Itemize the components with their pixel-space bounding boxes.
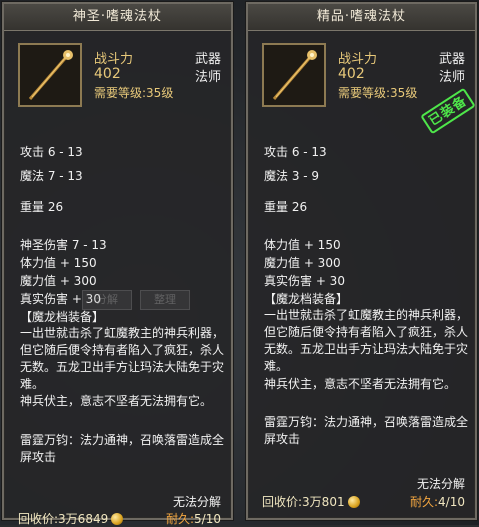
- item-skill: 雷霆万钧：法力通神，召唤落雷造成全屏攻击: [20, 433, 225, 464]
- item-class: 法师: [438, 70, 465, 85]
- power-value: 402: [94, 66, 121, 82]
- stat-mp: 魔力值 + 300: [264, 256, 341, 270]
- stat-magic: 魔法 7 - 13: [20, 169, 83, 183]
- stat-holy-damage: 神圣伤害 7 - 13: [20, 238, 107, 252]
- required-level: 需要等级:35级: [338, 86, 418, 100]
- item-lore-2: 神兵伏主，意志不坚者无法拥有它。: [264, 377, 457, 391]
- stat-attack: 攻击 6 - 13: [20, 145, 83, 159]
- recycle-price: 回收价:3万6849: [18, 510, 124, 527]
- no-disassemble-note: 无法分解: [172, 495, 221, 509]
- set-name: 【魔龙档装备】: [264, 292, 349, 306]
- item-icon-slot: [262, 43, 326, 107]
- power-value: 402: [338, 66, 365, 82]
- power-label: 战斗力: [338, 52, 378, 67]
- recycle-label: 回收价:: [262, 495, 303, 509]
- durability-value: 4/10: [438, 495, 465, 509]
- durability-label: 耐久:: [410, 495, 439, 509]
- sort-button[interactable]: 整理: [140, 290, 190, 310]
- magic-staff-icon: [20, 45, 80, 105]
- recycle-label: 回收价:: [18, 512, 59, 526]
- required-level: 需要等级:35级: [94, 86, 174, 100]
- durability-value: 5/10: [194, 512, 221, 526]
- item-type: 武器: [438, 52, 465, 67]
- no-disassemble-note: 无法分解: [416, 477, 465, 491]
- recycle-value: 3万6849: [58, 512, 109, 526]
- item-title: 神圣·嗜魂法杖: [4, 4, 231, 31]
- stat-attack: 攻击 6 - 13: [264, 145, 327, 159]
- item-title: 精品·嗜魂法杖: [248, 4, 475, 31]
- item-class: 法师: [194, 70, 221, 85]
- durability: 耐久:5/10: [166, 510, 221, 527]
- magic-staff-icon: [264, 45, 324, 105]
- recycle-value: 3万801: [302, 495, 345, 509]
- item-tooltip-compare: 神圣·嗜魂法杖 战斗力 402 需要等级:35级 武器 法师 攻击 6 - 13…: [2, 2, 233, 526]
- durability: 耐久:4/10: [410, 493, 465, 510]
- gold-coin-icon: [347, 496, 360, 508]
- stat-true-damage: 真实伤害 + 30: [264, 274, 345, 288]
- power-label: 战斗力: [94, 52, 134, 67]
- durability-label: 耐久:: [166, 512, 195, 526]
- disassemble-button[interactable]: 分解: [82, 290, 132, 310]
- recycle-price: 回收价:3万801: [262, 493, 360, 510]
- set-name: 【魔龙档装备】: [20, 310, 105, 324]
- item-lore-2: 神兵伏主，意志不坚者无法拥有它。: [20, 394, 213, 408]
- equipped-stamp: 已装备: [420, 87, 476, 135]
- gold-coin-icon: [111, 513, 124, 525]
- stat-hp: 体力值 + 150: [20, 256, 97, 270]
- item-icon-slot: [18, 43, 82, 107]
- stat-mp: 魔力值 + 300: [20, 274, 97, 288]
- item-type: 武器: [194, 52, 221, 67]
- stat-magic: 魔法 3 - 9: [264, 169, 320, 183]
- item-skill: 雷霆万钧：法力通神，召唤落雷造成全屏攻击: [264, 415, 469, 446]
- item-lore: 一出世就击杀了虹魔教主的神兵利器，但它随后便令持有者陷入了疯狂，杀人无数。五龙卫…: [20, 326, 225, 391]
- stat-weight: 重量 26: [20, 200, 64, 214]
- stat-hp: 体力值 + 150: [264, 238, 341, 252]
- item-lore: 一出世就击杀了虹魔教主的神兵利器，但它随后便令持有者陷入了疯狂，杀人无数。五龙卫…: [264, 308, 469, 373]
- stat-weight: 重量 26: [264, 200, 308, 214]
- item-tooltip-equipped: 精品·嗜魂法杖 战斗力 402 需要等级:35级 武器 法师 已装备 攻击 6 …: [246, 2, 477, 520]
